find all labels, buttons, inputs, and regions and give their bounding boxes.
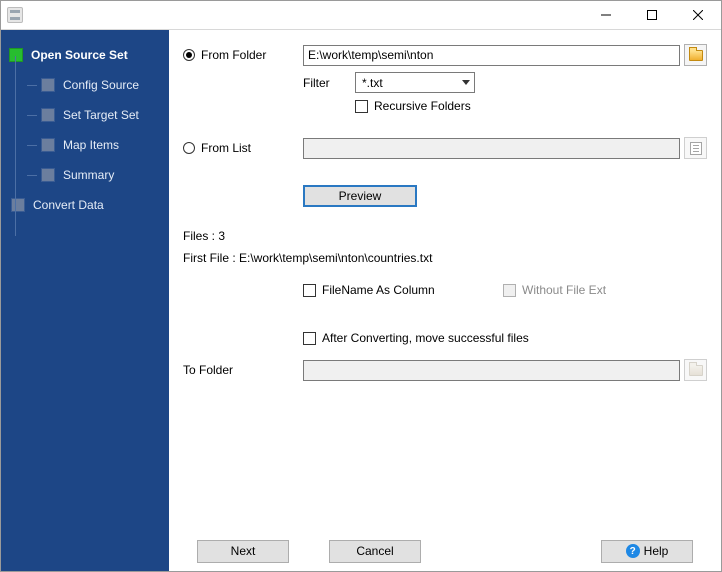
step-summary[interactable]: Summary — [23, 160, 163, 190]
step-label: Convert Data — [33, 198, 104, 212]
to-folder-input — [303, 360, 680, 381]
maximize-button[interactable] — [629, 1, 675, 29]
from-list-label: From List — [201, 141, 251, 155]
folder-icon — [689, 365, 703, 376]
title-bar — [1, 1, 721, 29]
filename-as-column-label: FileName As Column — [322, 283, 435, 297]
recursive-folders-label: Recursive Folders — [374, 99, 471, 113]
recursive-folders-checkbox[interactable]: Recursive Folders — [355, 99, 471, 113]
help-button[interactable]: ? Help — [601, 540, 693, 563]
checkbox-icon — [303, 284, 316, 297]
main-panel: From Folder E:\work\temp\semi\nton Filte… — [169, 30, 721, 571]
from-folder-label: From Folder — [201, 48, 266, 62]
step-indicator-icon — [11, 198, 25, 212]
step-indicator-icon — [41, 168, 55, 182]
to-folder-label: To Folder — [183, 363, 233, 377]
step-indicator-icon — [41, 78, 55, 92]
cancel-button[interactable]: Cancel — [329, 540, 421, 563]
step-label: Set Target Set — [63, 108, 139, 122]
step-map-items[interactable]: Map Items — [23, 130, 163, 160]
checkbox-icon — [355, 100, 368, 113]
preview-button[interactable]: Preview — [303, 185, 417, 207]
wizard-window: Open Source Set Config Source Set Target… — [0, 0, 722, 572]
step-open-source-set[interactable]: Open Source Set — [5, 40, 163, 70]
step-indicator-icon — [9, 48, 23, 62]
step-label: Config Source — [63, 78, 139, 92]
without-file-ext-checkbox: Without File Ext — [503, 283, 606, 297]
filter-value: *.txt — [362, 76, 383, 90]
after-converting-label: After Converting, move successful files — [322, 331, 529, 345]
from-list-input — [303, 138, 680, 159]
radio-icon — [183, 49, 195, 61]
browse-list-button[interactable] — [684, 137, 707, 159]
minimize-button[interactable] — [583, 1, 629, 29]
filename-as-column-checkbox[interactable]: FileName As Column — [303, 283, 503, 297]
app-icon — [7, 7, 23, 23]
step-set-target-set[interactable]: Set Target Set — [23, 100, 163, 130]
checkbox-icon — [303, 332, 316, 345]
list-icon — [690, 142, 702, 155]
browse-to-folder-button — [684, 359, 707, 381]
after-converting-checkbox[interactable]: After Converting, move successful files — [303, 331, 529, 345]
help-icon: ? — [626, 544, 640, 558]
close-button[interactable] — [675, 1, 721, 29]
radio-icon — [183, 142, 195, 154]
filter-label: Filter — [303, 76, 355, 90]
wizard-buttons-bar: Next Cancel ? Help — [183, 531, 707, 571]
folder-icon — [689, 50, 703, 61]
step-config-source[interactable]: Config Source — [23, 70, 163, 100]
step-convert-data[interactable]: Convert Data — [7, 190, 163, 220]
next-button[interactable]: Next — [197, 540, 289, 563]
step-label: Open Source Set — [31, 48, 128, 62]
step-indicator-icon — [41, 108, 55, 122]
first-file-text: First File : E:\work\temp\semi\nton\coun… — [183, 251, 707, 265]
files-count-text: Files : 3 — [183, 229, 707, 243]
wizard-steps-sidebar: Open Source Set Config Source Set Target… — [1, 30, 169, 571]
without-file-ext-label: Without File Ext — [522, 283, 606, 297]
filter-select[interactable]: *.txt — [355, 72, 475, 93]
step-label: Map Items — [63, 138, 119, 152]
from-folder-input[interactable]: E:\work\temp\semi\nton — [303, 45, 680, 66]
tree-connector-line — [15, 56, 16, 236]
from-list-radio[interactable]: From List — [183, 141, 303, 155]
browse-folder-button[interactable] — [684, 44, 707, 66]
checkbox-icon — [503, 284, 516, 297]
chevron-down-icon — [462, 80, 470, 85]
from-folder-radio[interactable]: From Folder — [183, 48, 303, 62]
step-indicator-icon — [41, 138, 55, 152]
step-label: Summary — [63, 168, 114, 182]
